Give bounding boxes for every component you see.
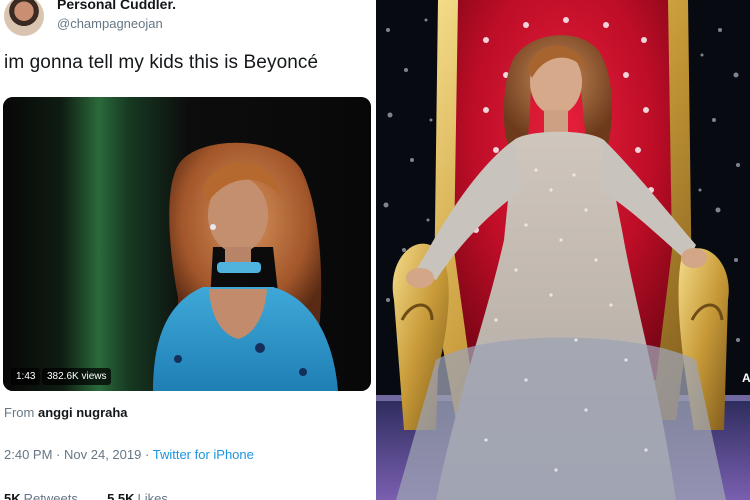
from-user-link[interactable]: anggi nugraha bbox=[38, 405, 128, 420]
throne-photo: A bbox=[376, 0, 750, 500]
tweet-text: im gonna tell my kids this is Beyoncé bbox=[4, 52, 319, 73]
photo-watermark: A bbox=[742, 371, 750, 385]
video-view-count: 382.6K views bbox=[42, 368, 112, 385]
tweet-card: Personal Cuddler. @champagneojan im gonn… bbox=[0, 0, 376, 500]
user-handle[interactable]: @champagneojan bbox=[57, 16, 163, 31]
tweet-source-link[interactable]: Twitter for iPhone bbox=[153, 447, 254, 462]
retweets-count[interactable]: 5K bbox=[4, 491, 21, 500]
video-player[interactable]: 1:43 382.6K views bbox=[3, 97, 371, 391]
video-attribution: From anggi nugraha bbox=[4, 405, 128, 420]
tweet-date[interactable]: Nov 24, 2019 bbox=[64, 447, 141, 462]
likes-count[interactable]: 5.5K bbox=[107, 491, 134, 500]
meta-separator: · bbox=[56, 447, 61, 462]
from-prefix: From bbox=[4, 405, 35, 420]
meta-separator: · bbox=[144, 447, 150, 462]
tweet-stats: 5K Retweets 5.5K Likes bbox=[4, 491, 168, 500]
video-frame bbox=[3, 97, 371, 391]
avatar[interactable] bbox=[4, 0, 44, 36]
likes-label[interactable]: Likes bbox=[138, 491, 168, 500]
retweets-label[interactable]: Retweets bbox=[24, 491, 78, 500]
tweet-time[interactable]: 2:40 PM bbox=[4, 447, 52, 462]
tweet-meta: 2:40 PM · Nov 24, 2019 · Twitter for iPh… bbox=[4, 447, 254, 462]
video-duration: 1:43 bbox=[11, 368, 41, 385]
display-name[interactable]: Personal Cuddler. bbox=[57, 0, 176, 12]
photo-scene bbox=[376, 0, 750, 500]
